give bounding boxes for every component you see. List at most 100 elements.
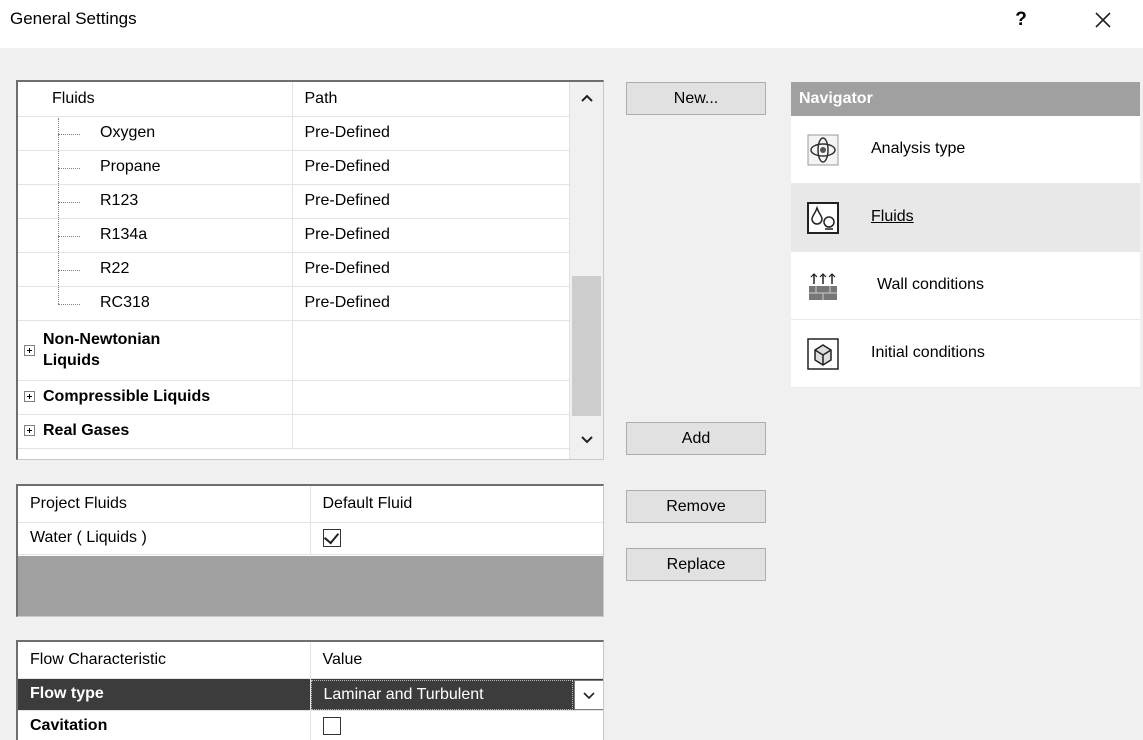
fluid-row-r123[interactable]: R123 Pre-Defined	[18, 184, 571, 219]
tree-guide-line	[58, 118, 59, 304]
chevron-down-icon	[582, 691, 595, 699]
cavitation-label: Cavitation	[18, 710, 311, 740]
cavitation-value-cell	[310, 710, 603, 740]
help-button[interactable]: ?	[1010, 6, 1032, 34]
tree-guide-line	[58, 236, 80, 237]
tree-guide-line	[58, 168, 80, 169]
nav-item-label: Fluids	[871, 208, 914, 225]
flow-type-value-cell: Laminar and Turbulent	[310, 678, 603, 711]
column-header-value[interactable]: Value	[310, 642, 603, 679]
initial-conditions-icon	[807, 338, 839, 370]
tree-guide-line	[58, 304, 80, 305]
flow-characteristics-grid[interactable]: Flow Characteristic Value Flow type Lami…	[16, 640, 604, 740]
tree-guide-line	[58, 202, 80, 203]
default-fluid-checkbox[interactable]	[322, 528, 341, 547]
fluid-name: Oxygen	[18, 116, 293, 151]
default-fluid-cell	[310, 522, 603, 555]
group-path	[292, 414, 571, 449]
flow-type-value: Laminar and Turbulent	[323, 685, 484, 703]
expand-icon[interactable]	[24, 425, 35, 437]
flow-type-label: Flow type	[18, 678, 311, 711]
group-row-compressible-liquids[interactable]: Compressible Liquids	[18, 380, 571, 415]
fluids-icon	[807, 202, 839, 234]
project-fluids-empty-area	[18, 556, 603, 616]
flow-type-row[interactable]: Flow type Laminar and Turbulent	[18, 678, 603, 711]
fluids-library-grid[interactable]: Fluids Path Oxygen Pre-Defined Propane P…	[16, 80, 604, 460]
group-row-real-gases[interactable]: Real Gases	[18, 414, 571, 449]
fluid-row-r134a[interactable]: R134a Pre-Defined	[18, 218, 571, 253]
analysis-type-icon	[807, 134, 839, 166]
fluid-path: Pre-Defined	[292, 116, 571, 151]
cavitation-row[interactable]: Cavitation	[18, 710, 603, 740]
fluids-header-row: Fluids Path	[18, 82, 571, 117]
fluid-path: Pre-Defined	[292, 150, 571, 185]
expand-icon[interactable]	[24, 391, 35, 403]
fluid-row-r22[interactable]: R22 Pre-Defined	[18, 252, 571, 287]
fluid-path: Pre-Defined	[292, 286, 571, 321]
remove-button[interactable]: Remove	[626, 490, 766, 523]
group-row-non-newtonian[interactable]: Non-Newtonian Liquids	[18, 320, 571, 381]
column-header-default-fluid[interactable]: Default Fluid	[310, 486, 603, 523]
column-header-flow-characteristic[interactable]: Flow Characteristic	[18, 642, 311, 679]
add-button[interactable]: Add	[626, 422, 766, 455]
window-title: General Settings	[10, 9, 137, 28]
fluid-row-rc318[interactable]: RC318 Pre-Defined	[18, 286, 571, 321]
tree-guide-line	[58, 134, 80, 135]
fluid-path: Pre-Defined	[292, 218, 571, 253]
fluid-name: R22	[18, 252, 293, 287]
chevron-down-icon	[581, 436, 593, 444]
nav-item-label: Wall conditions	[877, 276, 985, 293]
flow-header-row: Flow Characteristic Value	[18, 642, 603, 679]
project-fluids-header-row: Project Fluids Default Fluid	[18, 486, 603, 523]
group-label: Real Gases	[43, 422, 130, 439]
expand-icon[interactable]	[24, 344, 35, 356]
scroll-up-arrow[interactable]	[570, 86, 603, 110]
nav-item-label: Initial conditions	[871, 344, 985, 361]
checkmark-icon	[323, 528, 339, 545]
new-button[interactable]: New...	[626, 82, 766, 115]
scroll-thumb[interactable]	[572, 276, 601, 416]
nav-item-label: Analysis type	[871, 140, 966, 157]
fluid-path: Pre-Defined	[292, 184, 571, 219]
fluid-name: R134a	[18, 218, 293, 253]
fluids-vertical-scrollbar[interactable]	[569, 82, 603, 459]
nav-item-initial-conditions[interactable]: Initial conditions	[791, 320, 1140, 388]
navigator-header: Navigator	[791, 82, 1140, 116]
fluid-path: Pre-Defined	[292, 252, 571, 287]
column-header-project-fluids[interactable]: Project Fluids	[18, 486, 311, 523]
group-path	[292, 320, 571, 381]
group-label: Compressible Liquids	[43, 388, 211, 405]
nav-item-analysis-type[interactable]: Analysis type	[791, 116, 1140, 184]
tree-guide-line	[58, 270, 80, 271]
column-header-fluids[interactable]: Fluids	[18, 82, 293, 117]
fluid-name: R123	[18, 184, 293, 219]
cavitation-checkbox[interactable]	[322, 716, 341, 735]
flow-characteristics-table: Flow Characteristic Value Flow type Lami…	[18, 642, 603, 740]
group-cell: Compressible Liquids	[18, 380, 293, 415]
project-fluid-row[interactable]: Water ( Liquids )	[18, 522, 603, 555]
scroll-down-arrow[interactable]	[570, 428, 603, 452]
nav-item-fluids[interactable]: Fluids	[791, 184, 1140, 252]
group-label-line1: Non-Newtonian	[43, 331, 161, 348]
group-cell: Real Gases	[18, 414, 293, 449]
close-button[interactable]	[1088, 6, 1118, 34]
project-fluids-table: Project Fluids Default Fluid Water ( Liq…	[18, 486, 603, 555]
group-cell: Non-Newtonian Liquids	[18, 320, 293, 381]
wall-conditions-icon	[809, 273, 837, 300]
fluid-row-propane[interactable]: Propane Pre-Defined	[18, 150, 571, 185]
fluid-row-oxygen[interactable]: Oxygen Pre-Defined	[18, 116, 571, 151]
project-fluids-grid[interactable]: Project Fluids Default Fluid Water ( Liq…	[16, 484, 604, 617]
project-fluid-name: Water ( Liquids )	[18, 522, 311, 555]
nav-item-wall-conditions[interactable]: Wall conditions	[791, 252, 1140, 320]
dialog-body: Fluids Path Oxygen Pre-Defined Propane P…	[0, 48, 1143, 740]
group-path	[292, 380, 571, 415]
close-icon	[1095, 12, 1111, 28]
chevron-up-icon	[581, 94, 593, 102]
flow-type-dropdown[interactable]: Laminar and Turbulent	[310, 679, 573, 709]
fluid-name: Propane	[18, 150, 293, 185]
group-label-line2: Liquids	[43, 352, 100, 369]
flow-type-dropdown-button[interactable]	[573, 679, 603, 709]
fluids-library-table: Fluids Path Oxygen Pre-Defined Propane P…	[18, 82, 571, 449]
column-header-path[interactable]: Path	[292, 82, 571, 117]
replace-button[interactable]: Replace	[626, 548, 766, 581]
